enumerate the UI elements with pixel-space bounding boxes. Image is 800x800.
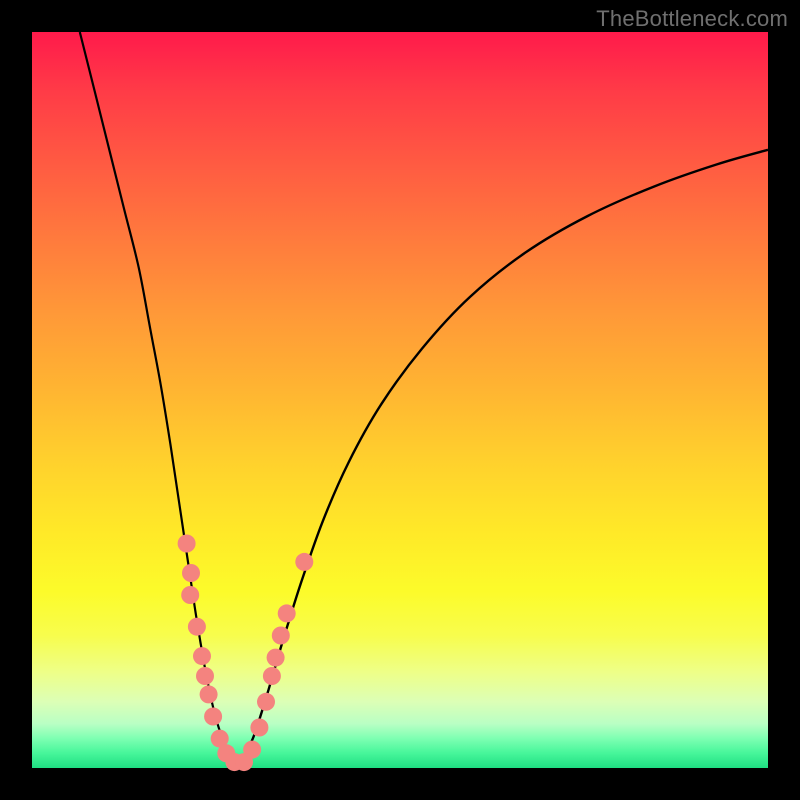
- data-marker: [272, 627, 290, 645]
- curve-right-branch: [240, 150, 768, 765]
- data-marker: [295, 553, 313, 571]
- data-marker: [178, 535, 196, 553]
- data-marker: [196, 667, 214, 685]
- data-marker: [278, 604, 296, 622]
- data-marker: [182, 564, 200, 582]
- data-marker: [257, 693, 275, 711]
- chart-frame: TheBottleneck.com: [0, 0, 800, 800]
- curve-left-branch: [80, 32, 240, 764]
- data-marker: [181, 586, 199, 604]
- data-marker: [243, 741, 261, 759]
- data-marker: [250, 719, 268, 737]
- data-marker: [200, 685, 218, 703]
- data-marker: [263, 667, 281, 685]
- data-marker: [204, 708, 222, 726]
- watermark-text: TheBottleneck.com: [596, 6, 788, 32]
- data-marker: [267, 649, 285, 667]
- chart-svg: [32, 32, 768, 768]
- data-marker: [193, 647, 211, 665]
- data-markers: [178, 535, 314, 772]
- plot-area: [32, 32, 768, 768]
- data-marker: [188, 618, 206, 636]
